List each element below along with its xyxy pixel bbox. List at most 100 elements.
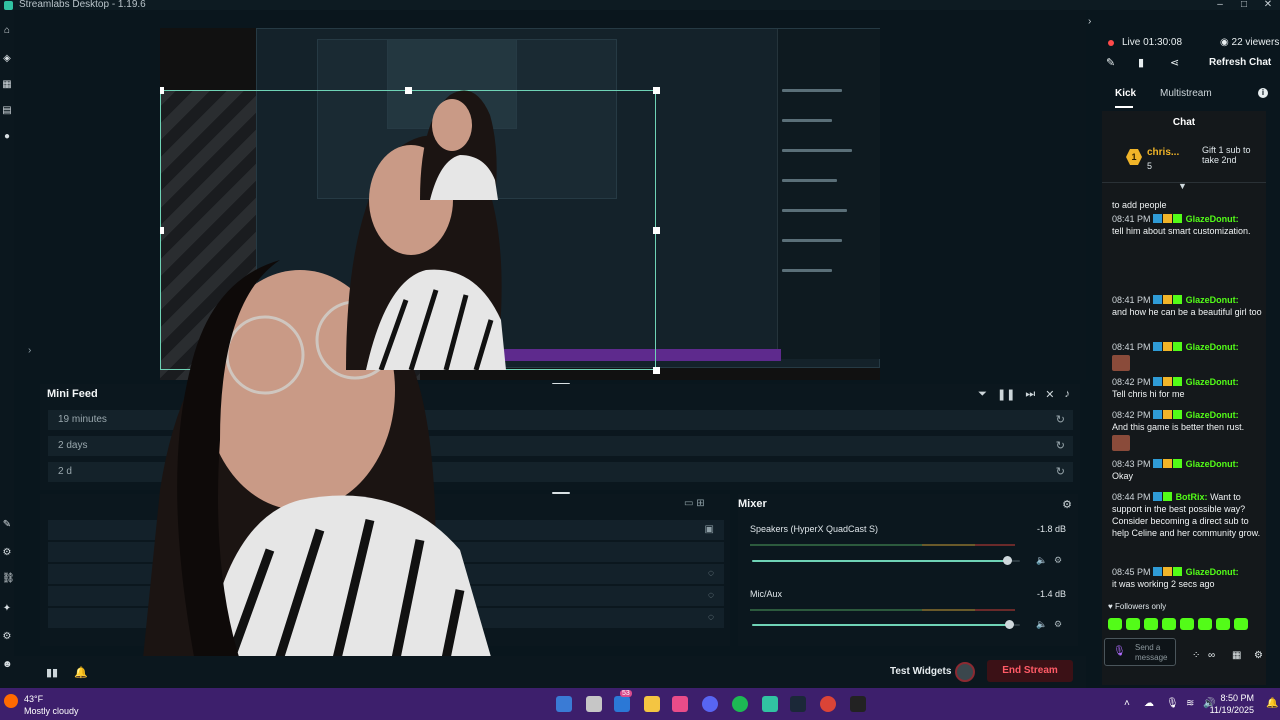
discord-icon[interactable] xyxy=(702,696,718,712)
tab-multistream[interactable]: Multistream xyxy=(1160,88,1212,99)
resize-handle[interactable] xyxy=(653,367,660,374)
gift-leaderboard[interactable]: 1 chris... 5 Gift 1 sub to take 2nd ▼ xyxy=(1102,135,1266,191)
mute-icon[interactable]: 🔈 xyxy=(1036,619,1047,630)
editor-icon[interactable]: ⌂ xyxy=(2,26,12,36)
refresh-chat-button[interactable]: Refresh Chat xyxy=(1209,57,1271,68)
emote-button[interactable] xyxy=(1144,618,1158,630)
volume-slider-knob[interactable] xyxy=(1005,620,1015,629)
task-view-icon[interactable]: 53 xyxy=(614,690,632,712)
message-user[interactable]: GlazeDonut: xyxy=(1186,567,1239,577)
test-widgets-button[interactable]: Test Widgets xyxy=(890,666,951,677)
hidden-icon[interactable]: ◌ xyxy=(708,612,714,623)
emote-button[interactable] xyxy=(1234,618,1248,630)
share-icon[interactable]: ⋖ xyxy=(1170,56,1179,69)
info-icon[interactable]: i xyxy=(1258,88,1268,98)
weather-icon[interactable] xyxy=(4,694,18,708)
themes-icon[interactable]: ◈ xyxy=(2,54,12,64)
repeat-alert-icon[interactable]: ↻ xyxy=(1056,462,1065,482)
spotify-icon[interactable] xyxy=(732,696,748,712)
followers-only-label: ♥ Followers only xyxy=(1108,602,1166,611)
notification-bell-icon[interactable]: 🔔 xyxy=(1266,698,1278,709)
streamlabs-window: Streamlabs Desktop - 1.19.6 – □ ✕ ⌂ ◈ ▦ … xyxy=(0,0,1280,720)
tab-kick[interactable]: Kick xyxy=(1115,88,1136,99)
volume-icon[interactable]: ♪ xyxy=(1065,388,1071,401)
sparkle-icon[interactable]: ✦ xyxy=(2,604,12,614)
message-user[interactable]: BotRix: xyxy=(1176,492,1208,502)
record-toggle[interactable] xyxy=(955,662,975,682)
message-user[interactable]: GlazeDonut: xyxy=(1186,410,1239,420)
emote-button[interactable] xyxy=(1216,618,1230,630)
message-user[interactable]: GlazeDonut: xyxy=(1186,342,1239,352)
resize-handle[interactable] xyxy=(653,227,660,234)
repeat-alert-icon[interactable]: ↻ xyxy=(1056,410,1065,430)
wifi-icon[interactable]: ≋ xyxy=(1186,698,1194,709)
emote-button[interactable] xyxy=(1180,618,1194,630)
search-icon[interactable] xyxy=(586,696,602,712)
dashboard-icon[interactable]: ▮ xyxy=(1138,56,1144,69)
record-icon[interactable]: ● xyxy=(2,132,12,142)
message-user[interactable]: GlazeDonut: xyxy=(1186,459,1239,469)
hidden-icon[interactable]: ◌ xyxy=(708,590,714,601)
emote-button[interactable] xyxy=(1126,618,1140,630)
collapse-left-icon[interactable]: › xyxy=(28,345,31,356)
cloud-icon[interactable]: ☁ xyxy=(1144,698,1154,709)
start-icon[interactable] xyxy=(556,696,572,712)
pause-icon[interactable]: ❚❚ xyxy=(997,388,1015,401)
store-icon[interactable]: ▦ xyxy=(2,80,12,90)
notifications-icon[interactable]: 🔔 xyxy=(74,666,88,679)
emote-button[interactable] xyxy=(1162,618,1176,630)
channel-settings-icon[interactable]: ⚙ xyxy=(1054,619,1062,630)
volume-slider[interactable] xyxy=(752,556,1020,565)
pinned-app-icon[interactable] xyxy=(672,696,688,712)
streamlabs-icon[interactable] xyxy=(762,696,778,712)
channel-settings-icon[interactable]: ⚙ xyxy=(1054,555,1062,566)
minimize-icon[interactable]: – xyxy=(1208,0,1232,10)
close-icon[interactable]: ✕ xyxy=(1256,0,1280,10)
tray-overflow-icon[interactable]: ˄ xyxy=(1124,698,1130,709)
emote-button[interactable] xyxy=(1108,618,1122,630)
link-icon[interactable]: ⛓ xyxy=(2,574,15,584)
message-user[interactable]: GlazeDonut: xyxy=(1186,214,1239,224)
link-chain-icon[interactable]: ∞ xyxy=(1208,650,1215,661)
message-user[interactable]: GlazeDonut: xyxy=(1186,377,1239,387)
maximize-icon[interactable]: □ xyxy=(1232,0,1256,10)
highlighter-icon[interactable]: ✎ xyxy=(2,520,12,530)
store-icon[interactable]: ▦ xyxy=(1232,650,1241,661)
lock-icon[interactable]: ▣ xyxy=(705,524,714,535)
emote-picker-icon[interactable]: ⁘ xyxy=(1192,650,1200,661)
system-clock[interactable]: 8:50 PM 11/19/2025 xyxy=(1210,692,1254,716)
filter-icon[interactable]: ⏷ xyxy=(978,388,987,401)
notification-count: 53 xyxy=(620,690,632,697)
file-explorer-icon[interactable] xyxy=(644,696,660,712)
chrome-icon[interactable] xyxy=(820,696,836,712)
resize-handle[interactable] xyxy=(653,87,660,94)
mic-tray-icon[interactable]: 🎙 xyxy=(1166,698,1179,709)
apps-icon[interactable]: ⚙ xyxy=(2,548,12,558)
settings-icon[interactable]: ⚙ xyxy=(2,632,12,642)
emote-button[interactable] xyxy=(1198,618,1212,630)
microphone-icon[interactable]: 🎙 xyxy=(1113,646,1126,657)
mixer-view-icons[interactable]: ▭ ⊞ xyxy=(684,498,705,509)
edit-stream-icon[interactable]: ✎ xyxy=(1106,56,1115,69)
skip-icon[interactable]: ⏭ xyxy=(1025,388,1035,401)
mixer-settings-icon[interactable]: ⚙ xyxy=(1062,498,1072,511)
chat-input[interactable]: 🎙 Send a message xyxy=(1104,638,1176,666)
steam-icon[interactable] xyxy=(790,696,806,712)
chevron-down-icon[interactable]: ▼ xyxy=(1178,181,1187,191)
volume-slider[interactable] xyxy=(752,620,1020,629)
end-stream-button[interactable]: End Stream xyxy=(987,660,1073,682)
chat-settings-icon[interactable]: ⚙ xyxy=(1254,650,1263,661)
hidden-icon[interactable]: ◌ xyxy=(708,568,714,579)
message-user[interactable]: GlazeDonut: xyxy=(1186,295,1239,305)
repeat-alert-icon[interactable]: ↻ xyxy=(1056,436,1065,456)
layout-icon[interactable]: ▤ xyxy=(2,106,12,116)
collapse-chat-icon[interactable]: › xyxy=(1088,16,1091,27)
profile-icon[interactable]: ☻ xyxy=(2,660,13,670)
performance-icon[interactable]: ▮▮ xyxy=(46,666,58,679)
resize-handle[interactable] xyxy=(160,87,164,94)
mute-alerts-icon[interactable]: ✕ xyxy=(1045,388,1054,401)
gifter-badge-icon xyxy=(1163,295,1173,304)
mute-icon[interactable]: 🔈 xyxy=(1036,555,1047,566)
volume-slider-knob[interactable] xyxy=(1002,556,1012,565)
game-app-icon[interactable] xyxy=(850,696,866,712)
